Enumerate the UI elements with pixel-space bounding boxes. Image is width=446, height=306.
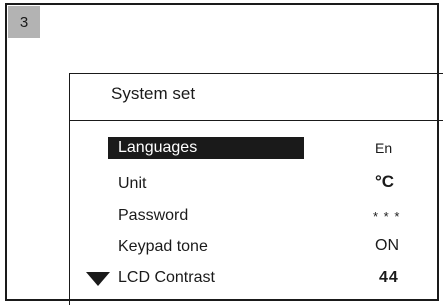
menu-item-lcd-contrast-label[interactable]: LCD Contrast xyxy=(118,269,215,287)
step-number-badge: 3 xyxy=(8,6,40,38)
menu-item-languages-label[interactable]: Languages xyxy=(108,137,304,159)
menu-item-password-value: * * * xyxy=(373,209,401,224)
screen-title: System set xyxy=(111,84,196,103)
lcd-screen: System set Languages En Unit °C Password… xyxy=(69,73,443,305)
menu-item-password-label[interactable]: Password xyxy=(118,207,188,225)
title-divider xyxy=(70,120,443,121)
menu-item-keypad-tone-value: ON xyxy=(375,237,399,254)
menu-item-keypad-tone-label[interactable]: Keypad tone xyxy=(118,238,208,256)
menu-item-unit-value: °C xyxy=(375,172,395,191)
instruction-frame: 3 System set Languages En Unit °C Passwo… xyxy=(5,3,443,305)
menu-item-languages-value: En xyxy=(375,140,393,156)
menu-item-lcd-contrast-value: 44 xyxy=(379,269,399,286)
down-triangle-icon xyxy=(86,272,110,286)
menu-item-unit-label[interactable]: Unit xyxy=(118,175,146,193)
